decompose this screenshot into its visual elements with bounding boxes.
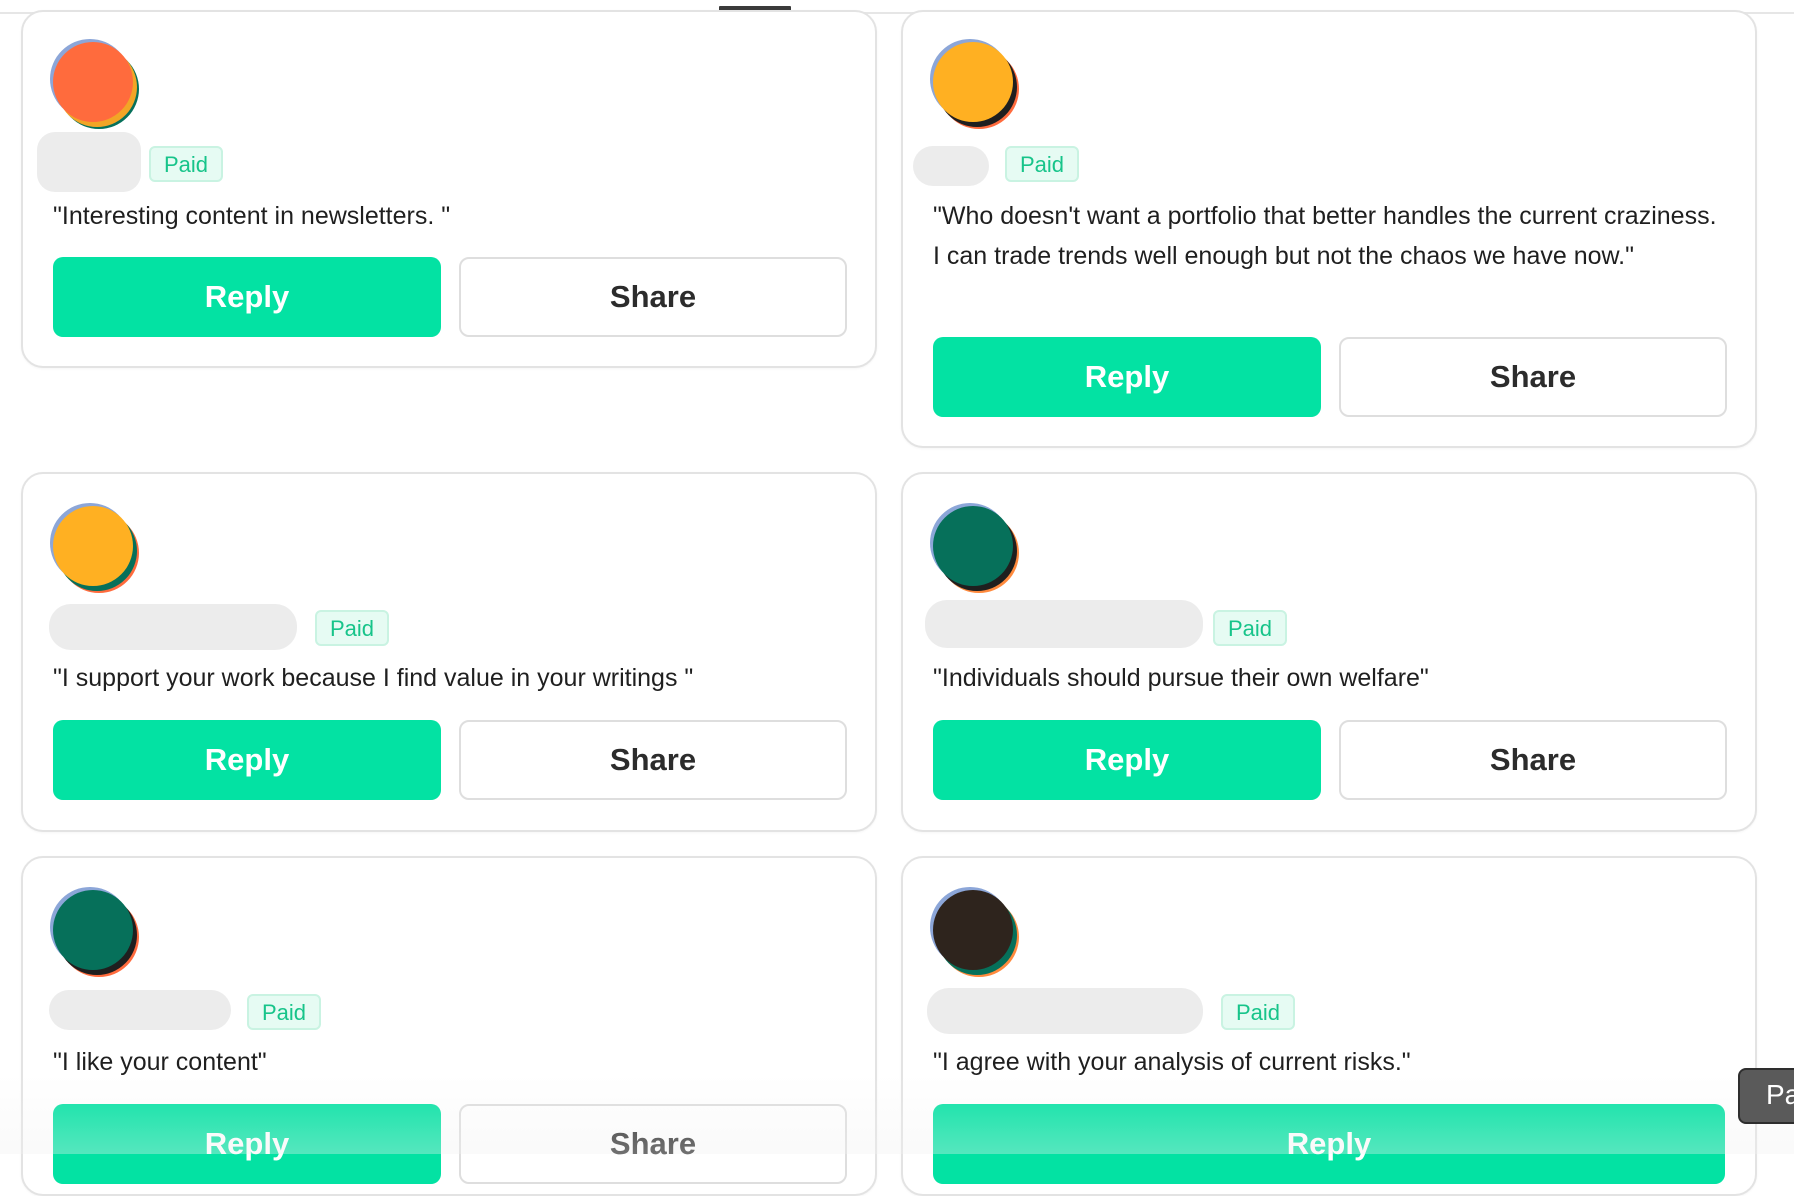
paid-badge: Paid — [1221, 994, 1296, 1030]
reply-button[interactable]: Reply — [53, 720, 441, 800]
reply-button[interactable]: Reply — [53, 1104, 441, 1184]
comment-text: "I support your work because I find valu… — [53, 664, 694, 692]
username-placeholder — [925, 600, 1203, 648]
reply-button[interactable]: Reply — [933, 337, 1321, 417]
comment-card-1: Paid "Interesting content in newsletters… — [21, 10, 877, 368]
avatar — [53, 890, 133, 970]
floating-action-button[interactable]: Pa — [1738, 1068, 1794, 1124]
share-button[interactable]: Share — [459, 257, 847, 337]
paid-badge: Paid — [1005, 146, 1080, 182]
comment-card-2: Paid "Who doesn't want a portfolio that … — [901, 10, 1757, 448]
comment-text: "I agree with your analysis of current r… — [933, 1048, 1411, 1076]
paid-badge: Paid — [1213, 610, 1288, 646]
comment-text: "Who doesn't want a portfolio that bette… — [933, 202, 1717, 270]
username-placeholder — [927, 988, 1203, 1034]
avatar — [933, 890, 1013, 970]
comment-text: "I like your content" — [53, 1048, 267, 1076]
username-placeholder — [913, 146, 989, 186]
comment-text: "Individuals should pursue their own wel… — [933, 664, 1429, 692]
comment-card-3: Paid "I support your work because I find… — [21, 472, 877, 832]
share-button[interactable]: Share — [459, 1104, 847, 1184]
avatar — [53, 42, 133, 122]
share-button[interactable]: Share — [1339, 337, 1727, 417]
reply-button[interactable]: Reply — [933, 1104, 1725, 1184]
username-placeholder — [49, 604, 297, 650]
username-placeholder — [49, 990, 231, 1030]
username-placeholder — [37, 132, 141, 192]
avatar — [933, 506, 1013, 586]
comment-card-5: Paid "I like your content" Reply Share — [21, 856, 877, 1196]
comment-text: "Interesting content in newsletters. " — [53, 202, 451, 230]
paid-badge: Paid — [315, 610, 390, 646]
avatar — [933, 42, 1013, 122]
comment-card-4: Paid "Individuals should pursue their ow… — [901, 472, 1757, 832]
share-button[interactable]: Share — [1339, 720, 1727, 800]
share-button[interactable]: Share — [459, 720, 847, 800]
paid-badge: Paid — [149, 146, 224, 182]
comment-card-6: Paid "I agree with your analysis of curr… — [901, 856, 1757, 1196]
reply-button[interactable]: Reply — [933, 720, 1321, 800]
paid-badge: Paid — [247, 994, 322, 1030]
reply-button[interactable]: Reply — [53, 257, 441, 337]
avatar — [53, 506, 133, 586]
